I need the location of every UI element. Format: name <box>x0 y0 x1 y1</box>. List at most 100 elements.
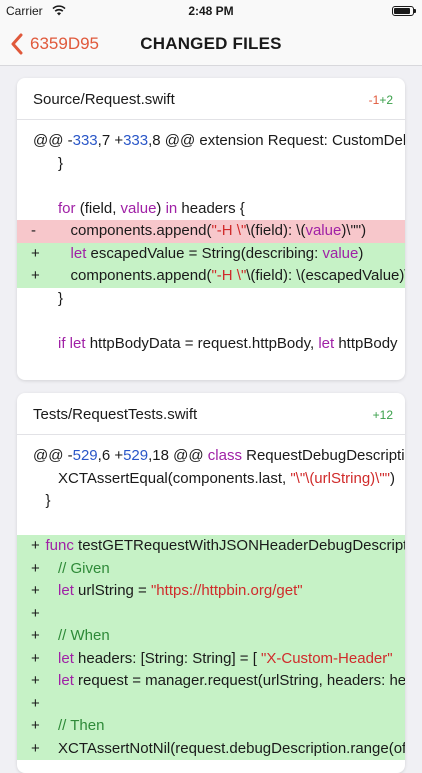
diff-line-context <box>17 513 405 536</box>
code-token: httpBodyData = request.httpBody, <box>85 334 319 352</box>
code-token: request = manager.request(urlString, hea… <box>78 672 405 689</box>
code-token: if let <box>58 334 86 352</box>
code-token: // When <box>58 627 110 644</box>
code-token: @@ - <box>33 132 73 149</box>
deletions-count: -1 <box>368 93 380 107</box>
code-token: components.append( <box>33 267 212 284</box>
diff-line-context <box>17 310 405 333</box>
diff-line-added: + let escapedValue = String(describing: … <box>17 242 405 266</box>
code-token: "\"\(urlString)\"" <box>290 469 390 487</box>
additions-count: +2 <box>379 93 393 107</box>
file-card-header[interactable]: Source/Request.swift -1+2 <box>17 78 405 120</box>
diff-line-context: } <box>17 490 405 513</box>
code-token: ) <box>389 469 395 487</box>
diff-code-block: @@ -333,7 +333,8 @@ extension Request: C… <box>17 120 405 355</box>
code-token: } <box>33 492 51 509</box>
diff-line-added: + // Given <box>17 557 405 581</box>
code-token: // Then <box>58 717 105 734</box>
navigation-bar: 6359D95 CHANGED FILES <box>0 22 422 66</box>
diff-line-code: // Then <box>33 715 104 738</box>
code-token: headers: [String: String] = [ <box>73 649 262 667</box>
diff-line-context <box>17 175 405 198</box>
code-token: let <box>58 582 74 599</box>
diff-line-added: + components.append("-H \"\(field): \(es… <box>17 265 405 288</box>
diff-line-code: func testGETRequestWithJSONHeaderDebugDe… <box>33 535 405 558</box>
diff-line-code: @@ -333,7 +333,8 @@ extension Request: C… <box>33 130 405 153</box>
diff-line-code: } <box>33 490 51 513</box>
code-token: 333 <box>123 132 149 149</box>
diff-line-context: } <box>17 288 405 311</box>
code-token: 529 <box>72 447 98 464</box>
diff-line-code: let escapedValue = String(describing: va… <box>33 243 364 266</box>
code-token: value <box>305 222 342 239</box>
code-token: value <box>120 199 157 217</box>
code-token: @@ - <box>33 447 73 464</box>
code-token: ,8 @@ extension Request: CustomDebugStri… <box>148 132 405 149</box>
diff-line-code: XCTAssertNotNil(request.debugDescription… <box>33 738 405 761</box>
diff-line-added: + <box>17 602 405 625</box>
clock: 2:48 PM <box>188 4 234 18</box>
page-title: CHANGED FILES <box>140 34 282 53</box>
diff-line-code: XCTAssertEqual(components.last, "\"\(url… <box>33 468 395 491</box>
file-card-requesttests-swift: Tests/RequestTests.swift +12 @@ -529,6 +… <box>17 393 405 773</box>
code-token: escapedValue = String(describing: <box>86 244 323 262</box>
file-name: Source/Request.swift <box>33 91 175 108</box>
code-token: 333 <box>72 132 98 149</box>
battery-icon <box>392 6 416 16</box>
diff-line-added: + let headers: [String: String] = [ "X-C… <box>17 647 405 671</box>
code-token: let <box>70 244 87 262</box>
code-token: let <box>58 649 74 667</box>
diff-line-context: for (field, value) in headers { <box>17 198 405 221</box>
diff-stats: +12 <box>373 408 393 422</box>
code-token: ,18 @@ <box>148 447 208 464</box>
diff-line-added: + // Then <box>17 715 405 738</box>
file-card-header[interactable]: Tests/RequestTests.swift +12 <box>17 393 405 435</box>
diff-code-block: @@ -529,6 +529,18 @@ class RequestDebugD… <box>17 435 405 760</box>
diff-line-context: if let httpBodyData = request.httpBody, … <box>17 333 405 356</box>
code-token: XCTAssertEqual(components.last, <box>33 469 291 487</box>
code-token: for <box>58 199 76 217</box>
diff-line-code: let urlString = "https://httpbin.org/get… <box>33 580 303 603</box>
code-token: func <box>45 537 74 554</box>
diff-line-added: + <box>17 692 405 715</box>
code-token: "-H \" <box>211 267 247 284</box>
code-token: value <box>322 244 359 262</box>
code-token: \(field): \(escapedValue)\"") <box>246 267 405 284</box>
diff-line-code: // Given <box>33 558 110 581</box>
file-name: Tests/RequestTests.swift <box>33 406 198 423</box>
code-token: ,6 + <box>97 447 124 464</box>
diff-line-code: @@ -529,6 +529,18 @@ class RequestDebugD… <box>33 445 405 468</box>
diff-line-code: } <box>33 153 63 176</box>
code-token: 529 <box>123 447 149 464</box>
diff-line-added: + // When <box>17 625 405 648</box>
diff-line-context: @@ -333,7 +333,8 @@ extension Request: C… <box>17 130 405 153</box>
code-token: } <box>33 289 64 307</box>
diff-marker: + <box>31 694 40 712</box>
diff-line-code: let headers: [String: String] = [ "X-Cus… <box>33 648 393 671</box>
code-token: components.append( <box>33 222 212 239</box>
code-token: let <box>58 672 74 689</box>
code-token: // Given <box>58 559 110 577</box>
diff-line-added: + let urlString = "https://httpbin.org/g… <box>17 580 405 603</box>
code-token: ) <box>358 244 364 262</box>
code-token: "-H \" <box>211 222 247 239</box>
diff-stats: -1+2 <box>369 93 393 107</box>
diff-line-removed: - components.append("-H \"\(field): \(va… <box>17 220 405 243</box>
code-token: class <box>207 447 242 464</box>
diff-line-code: components.append("-H \"\(field): \(valu… <box>33 220 367 243</box>
code-token: let <box>318 334 335 352</box>
diff-line-code: if let httpBodyData = request.httpBody, … <box>33 333 398 356</box>
diff-line-added: + let request = manager.request(urlStrin… <box>17 670 405 693</box>
diff-line-added: + func testGETRequestWithJSONHeaderDebug… <box>17 535 405 558</box>
diff-line-added: + XCTAssertNotNil(request.debugDescripti… <box>17 737 405 761</box>
code-token: httpBody <box>334 334 398 352</box>
code-token: \(field): \( <box>246 222 306 239</box>
